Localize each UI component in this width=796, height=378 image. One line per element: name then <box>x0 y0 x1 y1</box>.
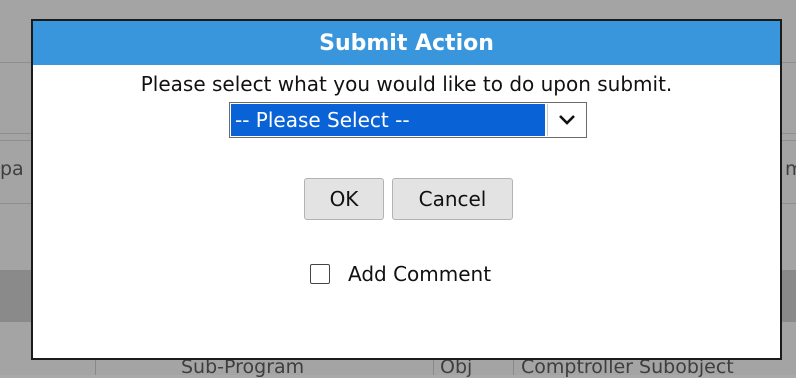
dialog-prompt: Please select what you would like to do … <box>140 72 673 96</box>
dialog-title: Submit Action <box>319 30 494 56</box>
add-comment-row[interactable]: Add Comment <box>310 262 491 286</box>
chevron-down-icon <box>558 115 575 125</box>
action-select[interactable]: -- Please Select -- <box>229 102 587 138</box>
dialog-title-bar: Submit Action <box>33 21 780 65</box>
add-comment-checkbox[interactable] <box>310 264 330 284</box>
submit-action-dialog: Submit Action Please select what you wou… <box>31 19 782 360</box>
background-text-left: pa <box>0 158 24 180</box>
cancel-button[interactable]: Cancel <box>392 178 513 220</box>
select-dropdown-button[interactable] <box>547 104 585 136</box>
action-select-value[interactable]: -- Please Select -- <box>231 104 545 136</box>
ok-button[interactable]: OK <box>304 178 384 220</box>
add-comment-label[interactable]: Add Comment <box>348 262 491 286</box>
background-text-right: m <box>785 158 796 180</box>
